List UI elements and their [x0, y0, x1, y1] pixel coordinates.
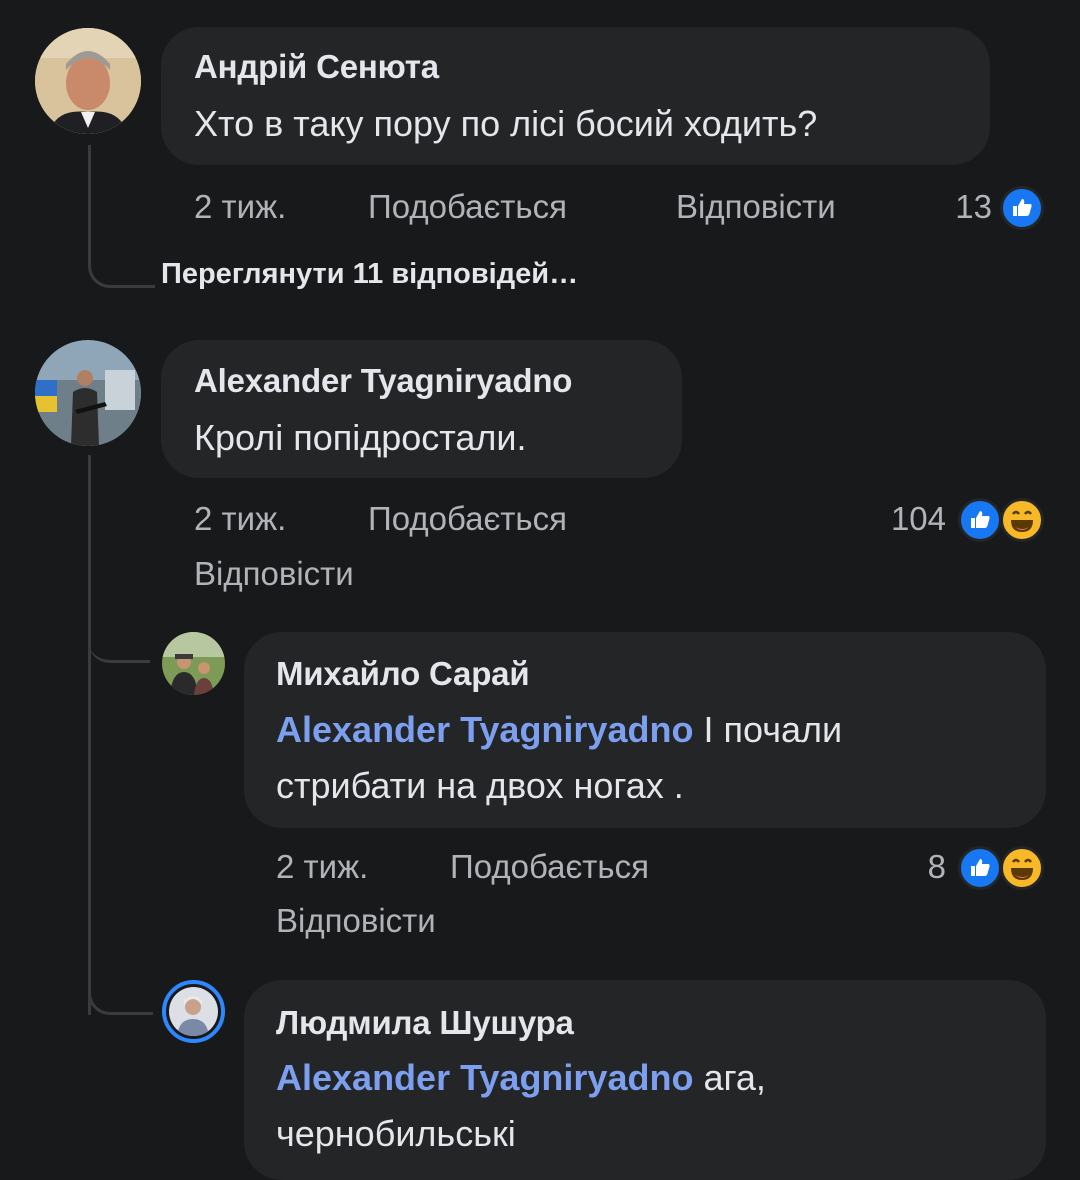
reply-text: Alexander Tyagniryadno І почали — [276, 703, 842, 757]
view-replies-link[interactable]: Переглянути 11 відповідей… — [161, 258, 578, 291]
reply-button[interactable]: Відповісти — [194, 555, 354, 593]
reply-button[interactable]: Відповісти — [276, 902, 436, 940]
comment-time[interactable]: 2 тиж. — [194, 500, 286, 538]
reply-text-line1: І почали — [703, 709, 843, 750]
thread-line-2-elbow-b — [88, 700, 153, 1015]
like-icon[interactable] — [1000, 186, 1044, 230]
comment-author[interactable]: Андрій Сенюта — [194, 48, 439, 86]
reply-button[interactable]: Відповісти — [676, 188, 836, 226]
comment-text: Кролі попідростали. — [194, 417, 527, 458]
reaction-count[interactable]: 8 — [890, 848, 946, 886]
like-button[interactable]: Подобається — [368, 188, 567, 226]
reaction-count[interactable]: 13 — [900, 188, 992, 226]
reply-text-line1: ага, — [703, 1057, 766, 1098]
thread-line-1 — [88, 145, 155, 288]
reply-text-line2: стрибати на двох ногах . — [276, 765, 684, 806]
like-icon[interactable] — [958, 846, 1002, 890]
reply-text-line2: чернобильські — [276, 1113, 516, 1154]
avatar[interactable] — [35, 340, 141, 446]
haha-icon[interactable] — [1000, 498, 1044, 542]
reply-author[interactable]: Людмила Шушура — [276, 1004, 574, 1042]
comment-time[interactable]: 2 тиж. — [194, 188, 286, 226]
haha-icon[interactable] — [1000, 846, 1044, 890]
like-button[interactable]: Подобається — [368, 500, 567, 538]
like-icon[interactable] — [958, 498, 1002, 542]
reaction-count[interactable]: 104 — [850, 500, 946, 538]
thread-line-2-elbow-a — [88, 455, 150, 663]
mention-link[interactable]: Alexander Tyagniryadno — [276, 1057, 693, 1098]
avatar[interactable] — [35, 28, 141, 134]
like-button[interactable]: Подобається — [450, 848, 649, 886]
reply-text: Alexander Tyagniryadno ага, — [276, 1051, 766, 1105]
reply-author[interactable]: Михайло Сарай — [276, 655, 530, 693]
comment-text: Хто в таку пору по лісі босий ходить? — [194, 103, 818, 144]
avatar[interactable] — [162, 980, 225, 1043]
mention-link[interactable]: Alexander Tyagniryadno — [276, 709, 693, 750]
comment-author[interactable]: Alexander Tyagniryadno — [194, 362, 572, 400]
reply-time[interactable]: 2 тиж. — [276, 848, 368, 886]
avatar[interactable] — [162, 632, 225, 695]
